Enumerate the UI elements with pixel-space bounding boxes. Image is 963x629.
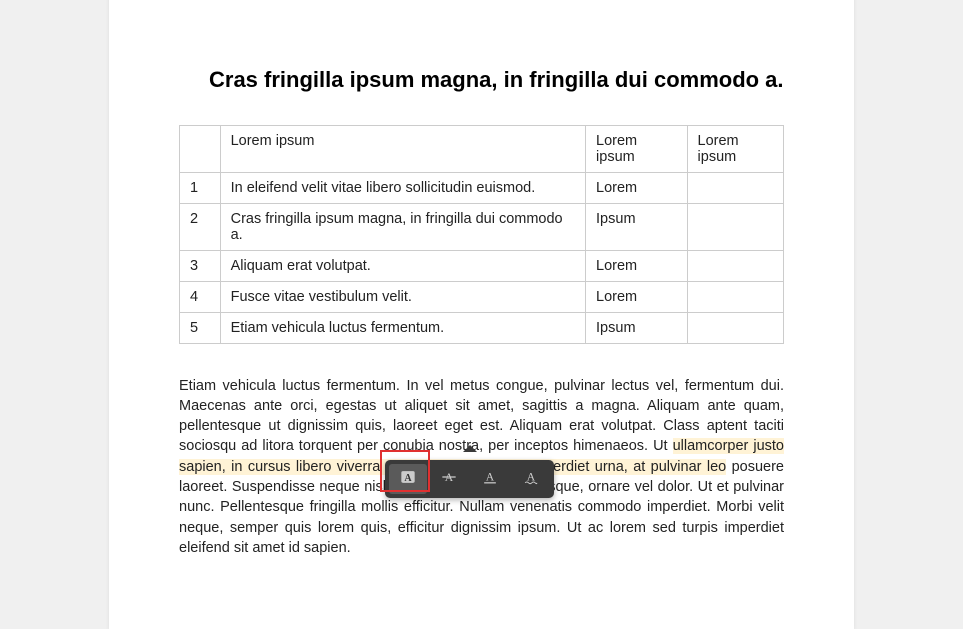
table-row: 2 Cras fringilla ipsum magna, in fringil… — [180, 203, 784, 250]
title-section: Cras fringilla ipsum magna, in fringilla… — [179, 66, 784, 95]
cell-num: 5 — [180, 312, 221, 343]
svg-text:A: A — [486, 470, 495, 483]
cell-num: 3 — [180, 250, 221, 281]
table-header-2: Lorem ipsum — [220, 125, 585, 172]
table-header-4: Lorem ipsum — [687, 125, 783, 172]
highlight-icon: A — [398, 467, 418, 492]
highlight-button[interactable]: A — [389, 464, 427, 494]
data-table: Lorem ipsum Lorem ipsum Lorem ipsum 1 In… — [179, 125, 784, 344]
cell-text: In eleifend velit vitae libero sollicitu… — [220, 172, 585, 203]
cell-text: Etiam vehicula luctus fermentum. — [220, 312, 585, 343]
cell-empty — [687, 203, 783, 250]
cell-empty — [687, 250, 783, 281]
table-row: 1 In eleifend velit vitae libero sollici… — [180, 172, 784, 203]
cell-empty — [687, 312, 783, 343]
strikethrough-icon: A — [439, 467, 459, 492]
cell-empty — [687, 172, 783, 203]
underline-button[interactable]: A — [471, 464, 509, 494]
underline-icon: A — [480, 467, 500, 492]
cell-cat: Lorem — [586, 172, 688, 203]
table-header-3: Lorem ipsum — [586, 125, 688, 172]
cell-text: Aliquam erat volutpat. — [220, 250, 585, 281]
svg-text:A: A — [445, 471, 454, 484]
table-row: 4 Fusce vitae vestibulum velit. Lorem — [180, 281, 784, 312]
cell-num: 2 — [180, 203, 221, 250]
cell-text: Fusce vitae vestibulum velit. — [220, 281, 585, 312]
format-toolbar-wrapper: A A A A — [385, 460, 554, 498]
annotation-toolbar: A A A A — [385, 460, 554, 498]
cell-cat: Lorem — [586, 250, 688, 281]
table-header-num — [180, 125, 221, 172]
cell-text: Cras fringilla ipsum magna, in fringilla… — [220, 203, 585, 250]
cell-cat: Ipsum — [586, 203, 688, 250]
document-title: Cras fringilla ipsum magna, in fringilla… — [179, 66, 784, 95]
svg-text:A: A — [527, 470, 536, 483]
toolbar-pointer — [463, 445, 477, 452]
squiggly-underline-button[interactable]: A — [512, 464, 550, 494]
table-header-row: Lorem ipsum Lorem ipsum Lorem ipsum — [180, 125, 784, 172]
table-row: 3 Aliquam erat volutpat. Lorem — [180, 250, 784, 281]
cell-cat: Lorem — [586, 281, 688, 312]
table-row: 5 Etiam vehicula luctus fermentum. Ipsum — [180, 312, 784, 343]
strikethrough-button[interactable]: A — [430, 464, 468, 494]
cell-num: 1 — [180, 172, 221, 203]
cell-empty — [687, 281, 783, 312]
document-page: Cras fringilla ipsum magna, in fringilla… — [109, 0, 854, 629]
cell-cat: Ipsum — [586, 312, 688, 343]
squiggly-icon: A — [521, 467, 541, 492]
svg-text:A: A — [404, 473, 412, 484]
cell-num: 4 — [180, 281, 221, 312]
